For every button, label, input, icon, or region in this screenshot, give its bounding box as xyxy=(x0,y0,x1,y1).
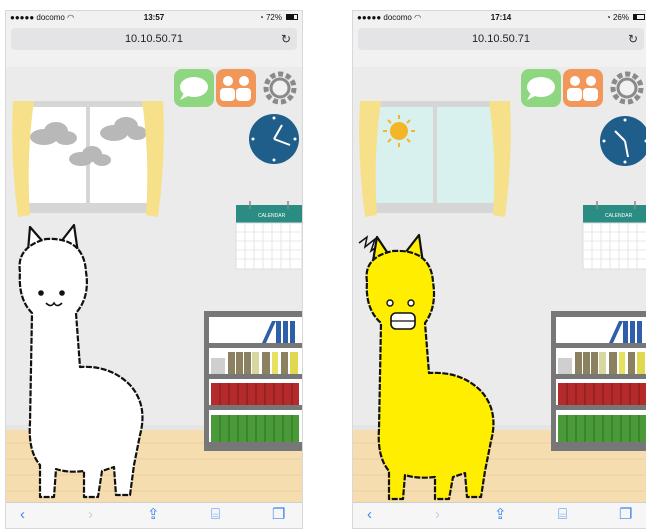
battery-icon xyxy=(633,14,645,20)
chat-button[interactable] xyxy=(174,69,214,107)
status-bar: ●●●●● docomo ◠ 13:57 ◔ 72% xyxy=(6,11,302,25)
battery-percent: ◔ 72% xyxy=(258,13,282,22)
calendar-label: CALENDAR xyxy=(258,213,286,219)
phone-screen-right: ●●●●● docomo ◠ 17:14 ◔ 26% 10.10.50.71 ↻ xyxy=(352,10,646,529)
url-bar[interactable]: 10.10.50.71 ↻ xyxy=(11,28,297,50)
url-bar[interactable]: 10.10.50.71 ↻ xyxy=(358,28,644,50)
friends-button[interactable] xyxy=(216,69,256,107)
chat-button[interactable] xyxy=(521,69,561,107)
status-bar: ●●●●● docomo ◠ 17:14 ◔ 26% xyxy=(353,11,646,25)
forward-button[interactable]: › xyxy=(435,507,440,523)
bookshelf xyxy=(551,311,646,451)
bookshelf xyxy=(204,311,302,451)
friends-button[interactable] xyxy=(563,69,603,107)
window xyxy=(12,101,164,217)
window xyxy=(359,101,511,217)
bookmarks-icon[interactable]: ⌸ xyxy=(558,507,567,523)
room-scene: CALENDAR xyxy=(6,67,302,503)
back-button[interactable]: ‹ xyxy=(367,507,372,523)
calendar: CALENDAR xyxy=(582,201,646,270)
calendar-label: CALENDAR xyxy=(605,213,633,219)
back-button[interactable]: ‹ xyxy=(20,507,25,523)
share-icon[interactable]: ⇪ xyxy=(494,507,507,523)
room-scene: CALENDAR xyxy=(353,67,646,503)
browser-toolbar: ‹ › ⇪ ⌸ ❐ xyxy=(6,502,302,528)
clock-icon xyxy=(249,114,299,164)
forward-button[interactable]: › xyxy=(88,507,93,523)
battery-percent: ◔ 26% xyxy=(605,13,629,22)
phone-screen-left: ●●●●● docomo ◠ 13:57 ◔ 72% 10.10.50.71 ↻ xyxy=(5,10,303,529)
calendar: CALENDAR xyxy=(235,201,302,270)
reload-icon[interactable]: ↻ xyxy=(281,32,291,46)
tabs-icon[interactable]: ❐ xyxy=(272,507,285,523)
status-time: 13:57 xyxy=(143,13,165,22)
share-icon[interactable]: ⇪ xyxy=(147,507,160,523)
bookmarks-icon[interactable]: ⌸ xyxy=(211,507,220,523)
tabs-icon[interactable]: ❐ xyxy=(619,507,632,523)
reload-icon[interactable]: ↻ xyxy=(628,32,638,46)
status-time: 17:14 xyxy=(490,13,512,22)
url-text: 10.10.50.71 xyxy=(124,33,184,45)
battery-icon xyxy=(286,14,298,20)
browser-toolbar: ‹ › ⇪ ⌸ ❐ xyxy=(353,502,646,528)
url-text: 10.10.50.71 xyxy=(471,33,531,45)
